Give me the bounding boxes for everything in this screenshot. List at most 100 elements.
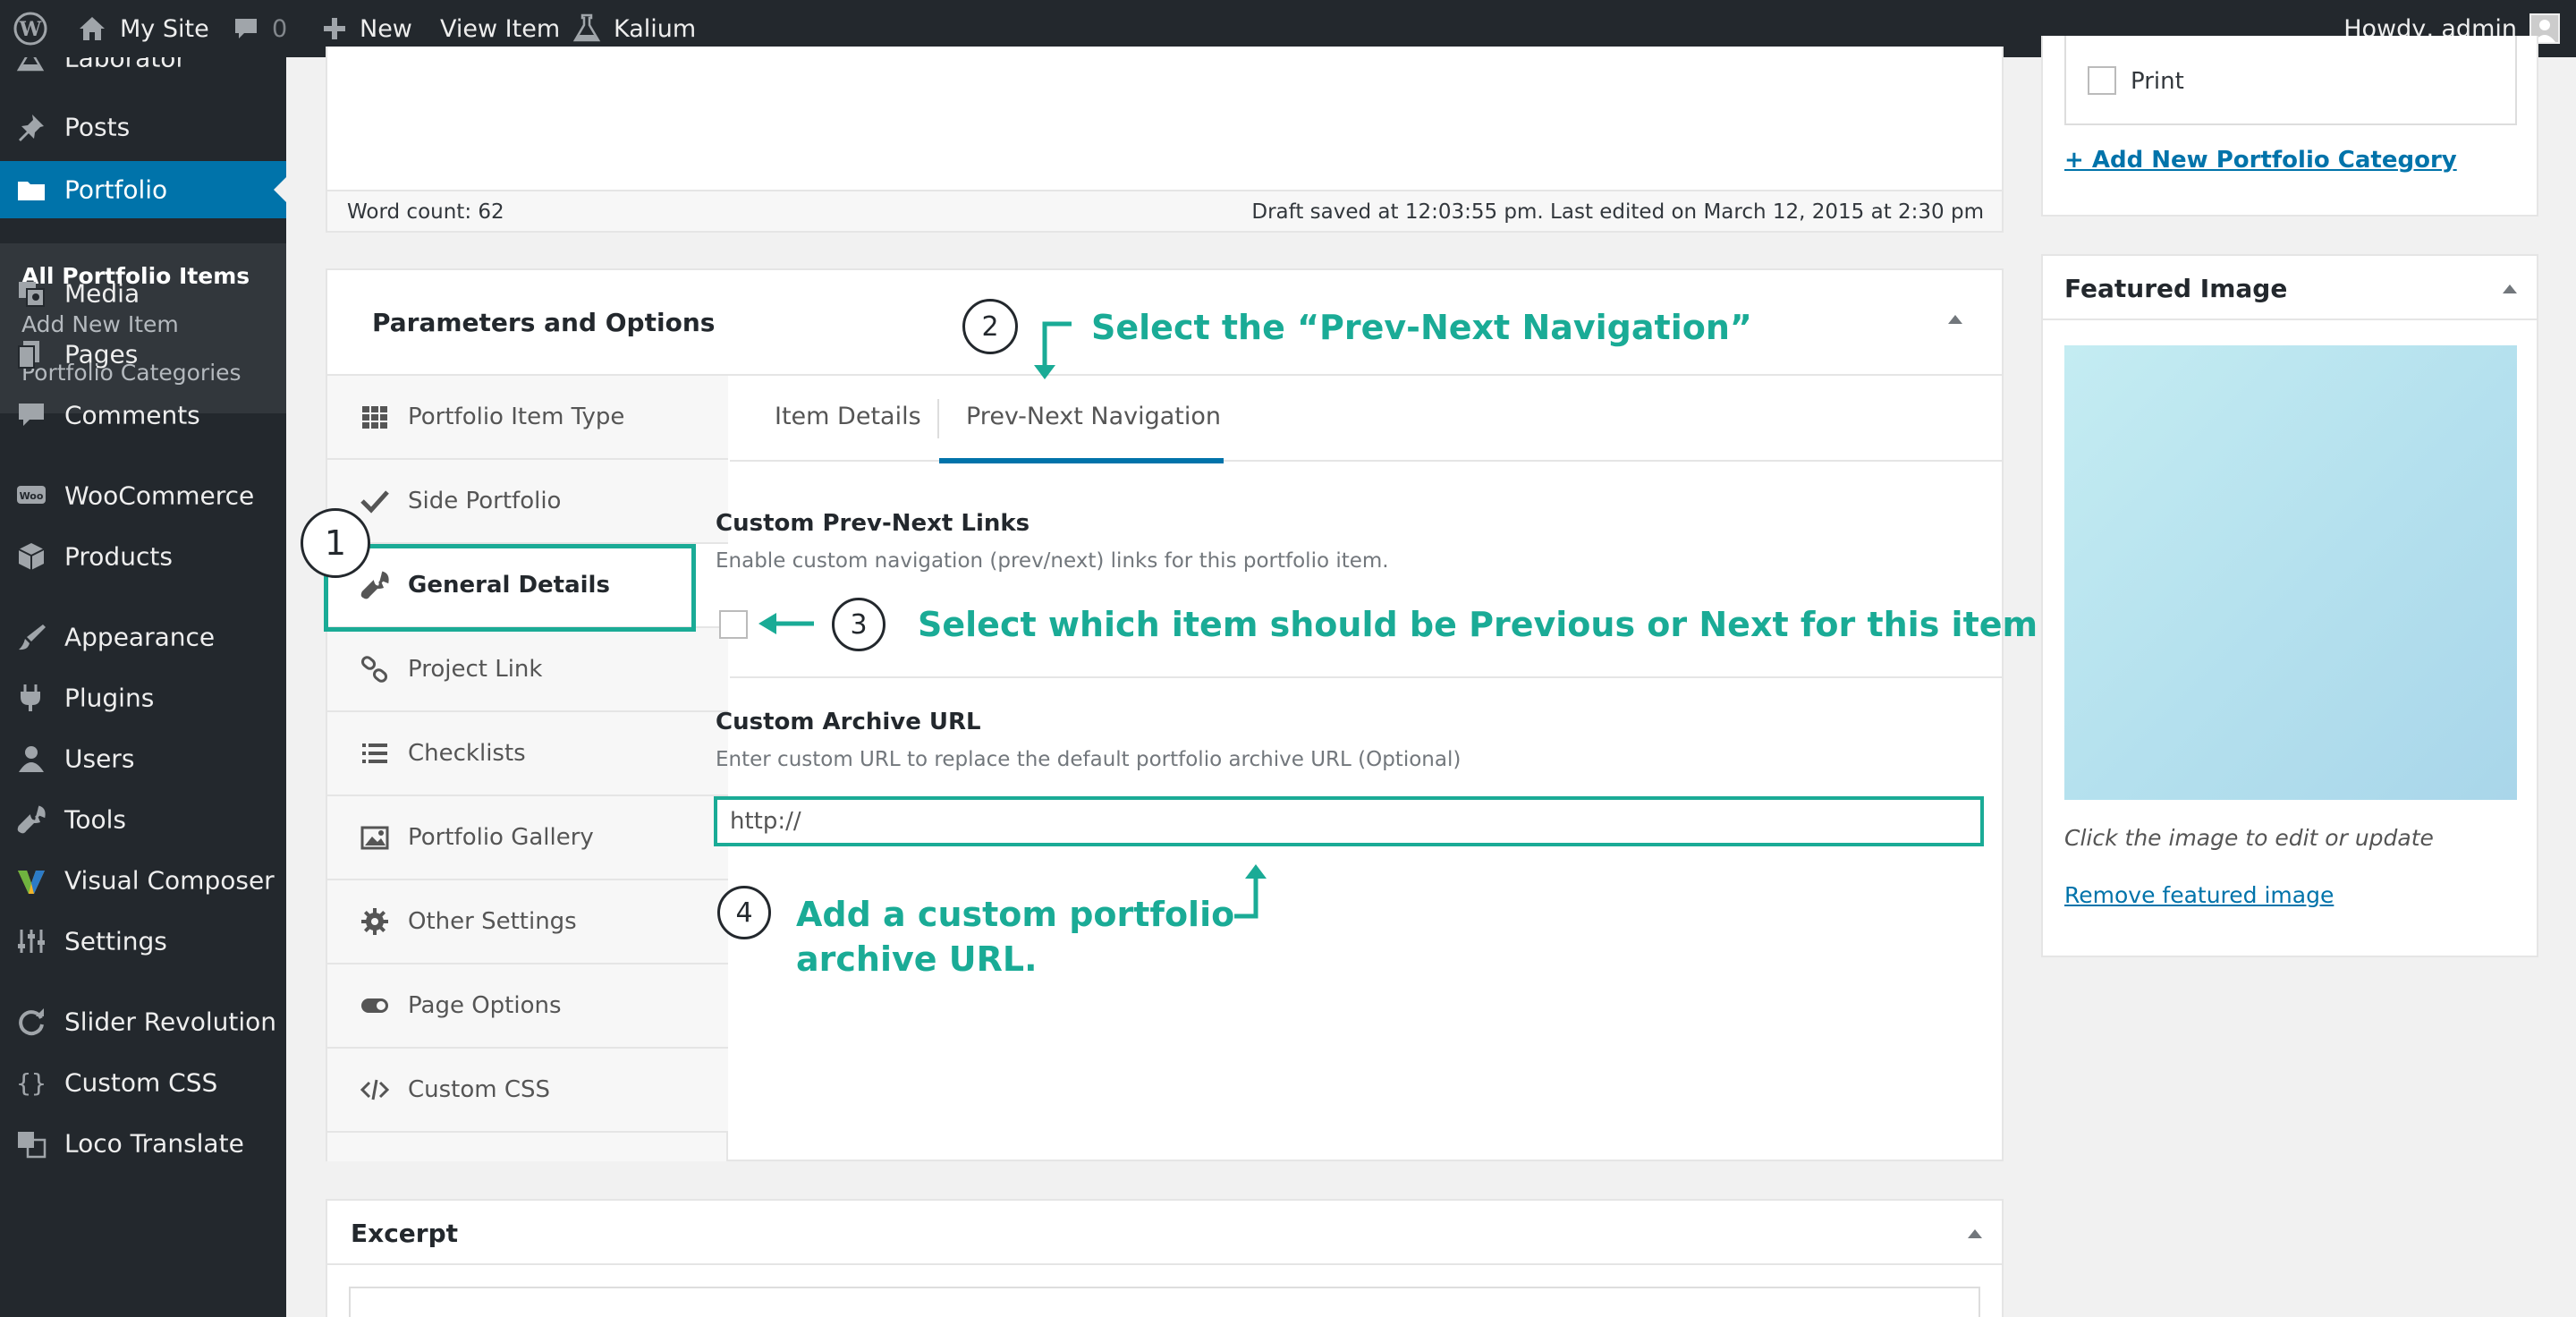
side-tab-portfolio-item-type[interactable]: Portfolio Item Type [327,376,728,460]
menu-item-media[interactable]: Media [0,265,286,322]
side-tab-label: Portfolio Gallery [408,824,594,851]
featured-image-hint: Click the image to edit or update [2064,825,2434,851]
svg-text:{}: {} [16,1068,47,1098]
featured-image-thumbnail[interactable] [2064,345,2517,800]
admin-menu: All Portfolio Items Add New Item Portfol… [0,57,286,1317]
side-tabs: Portfolio Item Type Side Portfolio General… [327,376,728,1161]
featured-collapse-arrow-icon[interactable] [2501,283,2519,295]
vc-icon [16,865,47,896]
menu-item-label: Laborator [64,57,186,73]
excerpt-textarea[interactable] [349,1287,1980,1317]
menu-item-label: Loco Translate [64,1128,244,1159]
refresh-icon [16,1007,47,1037]
excerpt-collapse-arrow-icon[interactable] [1966,1228,1984,1240]
side-tab-checklists[interactable]: Checklists [327,712,728,796]
menu-item-label: Slider Revolution [64,1007,277,1037]
collapse-arrow-icon[interactable] [1946,313,1964,326]
plug-icon [16,683,47,713]
image-icon [360,822,390,853]
side-tab-label: Checklists [408,740,526,767]
remove-featured-image-link[interactable]: Remove featured image [2064,882,2334,908]
menu-item-label: WooCommerce [64,480,255,511]
side-tab-label: Side Portfolio [408,488,562,514]
toggle-icon [360,990,390,1021]
menu-item-pages[interactable]: Pages [0,326,286,383]
menu-item-label: Custom CSS [64,1067,218,1098]
menu-item-custom-css[interactable]: {} Custom CSS [0,1054,286,1111]
new-label: New [360,14,412,43]
menu-item-woocommerce[interactable]: Woo WooCommerce [0,467,286,524]
menu-item-portfolio[interactable]: Portfolio [0,161,286,218]
menu-item-comments[interactable]: Comments [0,387,286,444]
featured-image-box: Featured Image Click the image to edit o… [2041,254,2538,957]
excerpt-metabox: Excerpt [326,1199,2004,1317]
custom-links-description: Enable custom navigation (prev/next) lin… [716,549,1389,573]
custom-links-checkbox[interactable] [719,610,748,639]
site-name-link[interactable]: My Site [77,0,209,57]
featured-image-title: Featured Image [2064,274,2288,303]
annotation-text-2: Select the “Prev-Next Navigation” [1091,308,1752,347]
side-tab-page-options[interactable]: Page Options [327,964,728,1049]
annotation-arrow-left-icon [758,613,814,634]
add-new-category-link[interactable]: + Add New Portfolio Category [2064,147,2457,174]
annotation-text-3: Select which item should be Previous or … [918,605,2038,644]
folder-icon [16,174,47,205]
archive-url-description: Enter custom URL to replace the default … [716,748,1462,771]
home-icon [80,17,105,40]
tab-item-details[interactable]: Item Details [775,403,921,430]
menu-item-slider-revolution[interactable]: Slider Revolution [0,993,286,1050]
comments-link[interactable]: 0 [233,0,287,57]
comment-icon [16,400,47,430]
menu-item-plugins[interactable]: Plugins [0,669,286,726]
side-tab-portfolio-gallery[interactable]: Portfolio Gallery [327,796,728,880]
menu-item-label: Visual Composer [64,865,275,896]
side-tab-custom-css[interactable]: Custom CSS [327,1049,728,1133]
wordpress-logo-icon[interactable]: W [13,0,48,57]
annotation-text-4-line2: archive URL. [796,939,1038,979]
menu-item-label: Tools [64,804,126,835]
menu-item-label: Users [64,743,135,774]
menu-item-settings[interactable]: Settings [0,913,286,970]
menu-item-posts[interactable]: Posts [0,98,286,156]
tab-divider [937,399,939,438]
side-tab-side-portfolio[interactable]: Side Portfolio [327,460,728,544]
gear-icon [360,906,390,937]
portfolio-categories-box: Print + Add New Portfolio Category [2041,36,2538,217]
menu-item-visual-composer[interactable]: Visual Composer [0,852,286,909]
menu-item-products[interactable]: Products [0,528,286,585]
translate-icon [16,1128,47,1159]
side-tab-project-link[interactable]: Project Link [327,628,728,712]
menu-item-users[interactable]: Users [0,730,286,787]
brush-icon [16,622,47,652]
print-category-checkbox[interactable] [2088,66,2116,95]
archive-url-input[interactable] [714,796,1984,846]
annotation-number-1: 1 [301,508,370,578]
general-details-highlight [324,544,696,632]
flask-icon [572,13,601,42]
menu-item-label: Products [64,541,173,572]
section-divider [730,676,2002,678]
archive-url-title: Custom Archive URL [716,709,981,735]
word-count: Word count: 62 [347,200,504,224]
annotation-number-2: 2 [962,299,1018,354]
woo-icon: Woo [16,480,47,511]
menu-item-label: Settings [64,926,167,956]
tab-prev-next-navigation[interactable]: Prev-Next Navigation [966,403,1221,430]
code-icon [360,1075,390,1105]
print-category-label: Print [2131,68,2184,95]
side-tab-other-settings[interactable]: Other Settings [327,880,728,964]
menu-item-laborator[interactable]: Laborator [0,57,286,87]
menu-item-label: Comments [64,400,200,430]
menu-item-label: Posts [64,112,131,142]
user-icon [16,743,47,774]
menu-item-loco-translate[interactable]: Loco Translate [0,1115,286,1172]
menu-item-appearance[interactable]: Appearance [0,608,286,666]
editor-area[interactable]: Word count: 62 Draft saved at 12:03:55 p… [326,47,2004,233]
cube-icon [16,541,47,572]
side-tab-label: Page Options [408,992,562,1019]
excerpt-header: Excerpt [327,1201,2002,1265]
settings-icon [16,926,47,956]
comment-icon [235,19,257,38]
editor-status-bar: Word count: 62 Draft saved at 12:03:55 p… [327,190,2002,231]
menu-item-tools[interactable]: Tools [0,791,286,848]
